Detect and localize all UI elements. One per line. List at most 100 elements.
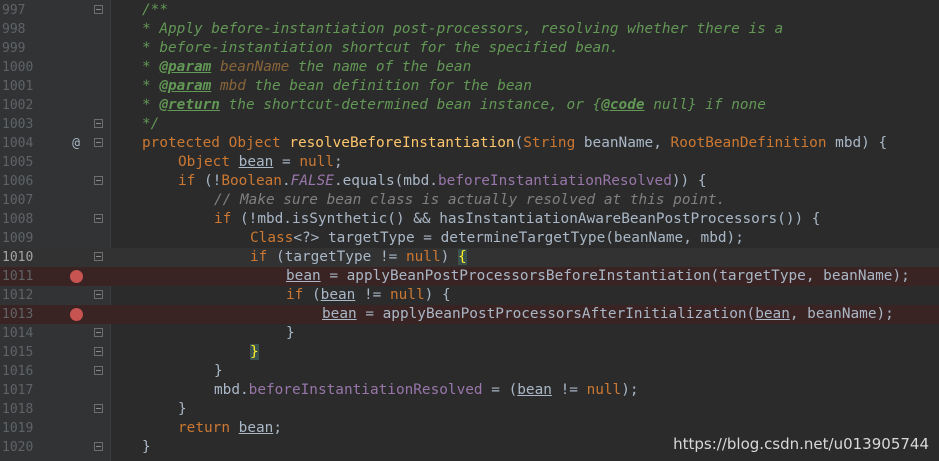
fold-end-icon[interactable] [94,404,103,413]
line-number[interactable]: 1002 [0,96,33,115]
fold-collapse-icon[interactable] [94,290,103,299]
line-number[interactable]: 1008 [0,210,33,229]
code-text[interactable]: protected Object resolveBeforeInstantiat… [142,134,887,153]
code-line[interactable]: 1011 bean = applyBeanPostProcessorsBefore… [0,267,939,286]
code-text[interactable]: if (bean != null) { [286,286,451,305]
code-text[interactable]: * Apply before-instantiation post-proces… [142,20,783,39]
code-line[interactable]: 1009 Class<?> targetType = determineTarge… [0,229,939,248]
code-text[interactable]: } [178,400,187,419]
code-text[interactable]: return bean; [178,419,282,438]
fold-end-icon[interactable] [94,366,103,375]
line-number[interactable]: 1016 [0,362,33,381]
code-token: Object [178,154,230,170]
line-number[interactable]: 1011 [0,267,33,286]
breakpoint-icon[interactable] [70,308,83,321]
fold-collapse-icon[interactable] [94,252,103,261]
code-token: , beanName); [789,306,894,322]
code-line[interactable]: 1012 if (bean != null) { [0,286,939,305]
line-number[interactable]: 1001 [0,77,33,96]
code-text[interactable]: } [214,362,223,381]
fold-collapse-icon[interactable] [94,138,103,147]
line-number[interactable]: 1006 [0,172,33,191]
line-number[interactable]: 1017 [0,381,33,400]
line-number[interactable]: 1007 [0,191,33,210]
fold-collapse-icon[interactable] [94,5,103,14]
line-number[interactable]: 1004 [0,134,33,153]
code-editor[interactable]: 997 /** 998 * Apply before-instantiation po… [0,0,939,461]
code-token: <?> [293,230,320,246]
line-number[interactable]: 997 [0,1,32,20]
code-token: /** [142,2,168,18]
code-text[interactable]: Object bean = null; [178,153,343,172]
code-token: @param [159,59,212,75]
fold-end-icon[interactable] [94,347,103,356]
fold-collapse-icon[interactable] [94,176,103,185]
code-text[interactable]: * before-instantiation shortcut for the … [142,39,619,58]
code-text[interactable]: mbd.beforeInstantiationResolved = (bean … [214,381,639,400]
code-line[interactable]: 1014} [0,324,939,343]
code-text[interactable]: * @return the shortcut-determined bean i… [142,96,766,115]
line-number[interactable]: 1013 [0,305,33,324]
code-text[interactable]: Class<?> targetType = determineTargetTyp… [250,229,744,248]
breakpoint-icon[interactable] [70,270,83,283]
watermark-text: https://blog.csdn.net/u013905744 [673,435,929,453]
code-text[interactable]: * @param mbd the bean definition for the… [142,77,532,96]
code-line[interactable]: 1015} [0,343,939,362]
line-number[interactable]: 1003 [0,115,33,134]
code-text[interactable]: } [250,343,259,362]
code-text[interactable]: if (!Boolean.FALSE.equals(mbd.beforeInst… [178,172,707,191]
code-line[interactable]: 998 * Apply before-instantiation post-pro… [0,20,939,39]
code-line[interactable]: 999 * before-instantiation shortcut for t… [0,39,939,58]
code-text[interactable]: } [142,438,151,457]
code-text[interactable]: } [286,324,295,343]
code-token: mbd. [214,382,249,398]
fold-end-icon[interactable] [94,119,103,128]
code-line[interactable]: 1016} [0,362,939,381]
code-line[interactable]: 1003 */ [0,115,939,134]
code-line[interactable]: 1013 bean = applyBeanPostProcessorsAfterI… [0,305,939,324]
code-text[interactable]: */ [142,115,159,134]
code-line[interactable]: 1005 Object bean = null; [0,153,939,172]
code-line[interactable]: 997 /** [0,1,939,20]
code-line[interactable]: 1007 // Make sure bean class is actually … [0,191,939,210]
fold-end-icon[interactable] [94,328,103,337]
line-number[interactable]: 1000 [0,58,33,77]
code-line[interactable]: 1017 mbd.beforeInstantiationResolved = (b… [0,381,939,400]
code-text[interactable]: // Make sure bean class is actually reso… [214,191,725,210]
code-token: bean [238,154,274,170]
code-text[interactable]: bean = applyBeanPostProcessorsAfterIniti… [322,305,894,324]
line-number[interactable]: 1020 [0,438,33,457]
code-line[interactable]: 1004 @ protected Object resolveBeforeInsta… [0,134,939,153]
line-number[interactable]: 999 [0,39,32,58]
line-number[interactable]: 1019 [0,419,33,438]
fold-collapse-icon[interactable] [94,214,103,223]
line-number[interactable]: 1015 [0,343,33,362]
fold-end-icon[interactable] [94,442,103,451]
code-line[interactable]: 1002 * @return the shortcut-determined be… [0,96,939,115]
code-text[interactable]: bean = applyBeanPostProcessorsBeforeInst… [286,267,910,286]
line-number[interactable]: 1005 [0,153,33,172]
code-text[interactable]: if (targetType != null) { [250,248,467,267]
line-number[interactable]: 1014 [0,324,33,343]
code-token: .equals(mbd. [333,173,438,189]
code-text[interactable]: if (!mbd.isSynthetic() && hasInstantiati… [214,210,820,229]
code-token: protected [142,135,220,151]
code-token: the shortcut-determined bean instance, o… [219,97,593,113]
code-line[interactable]: 1010 if (targetType != null) { [0,248,939,267]
override-marker-icon[interactable]: @ [66,134,86,153]
code-text[interactable]: * @param beanName the name of the bean [142,58,471,77]
line-number[interactable]: 1010 [0,248,33,267]
code-line[interactable]: 1000 * @param beanName the name of the be… [0,58,939,77]
line-number[interactable]: 1012 [0,286,33,305]
code-line[interactable]: 1008 if (!mbd.isSynthetic() && hasInstant… [0,210,939,229]
code-token: } [214,363,223,379]
code-token: null [389,287,425,303]
code-line[interactable]: 1001 * @param mbd the bean definition for… [0,77,939,96]
code-text[interactable]: /** [142,1,168,20]
code-token: } [250,344,259,360]
line-number[interactable]: 998 [0,20,32,39]
code-line[interactable]: 1006 if (!Boolean.FALSE.equals(mbd.before… [0,172,939,191]
line-number[interactable]: 1018 [0,400,33,419]
line-number[interactable]: 1009 [0,229,33,248]
code-line[interactable]: 1018} [0,400,939,419]
